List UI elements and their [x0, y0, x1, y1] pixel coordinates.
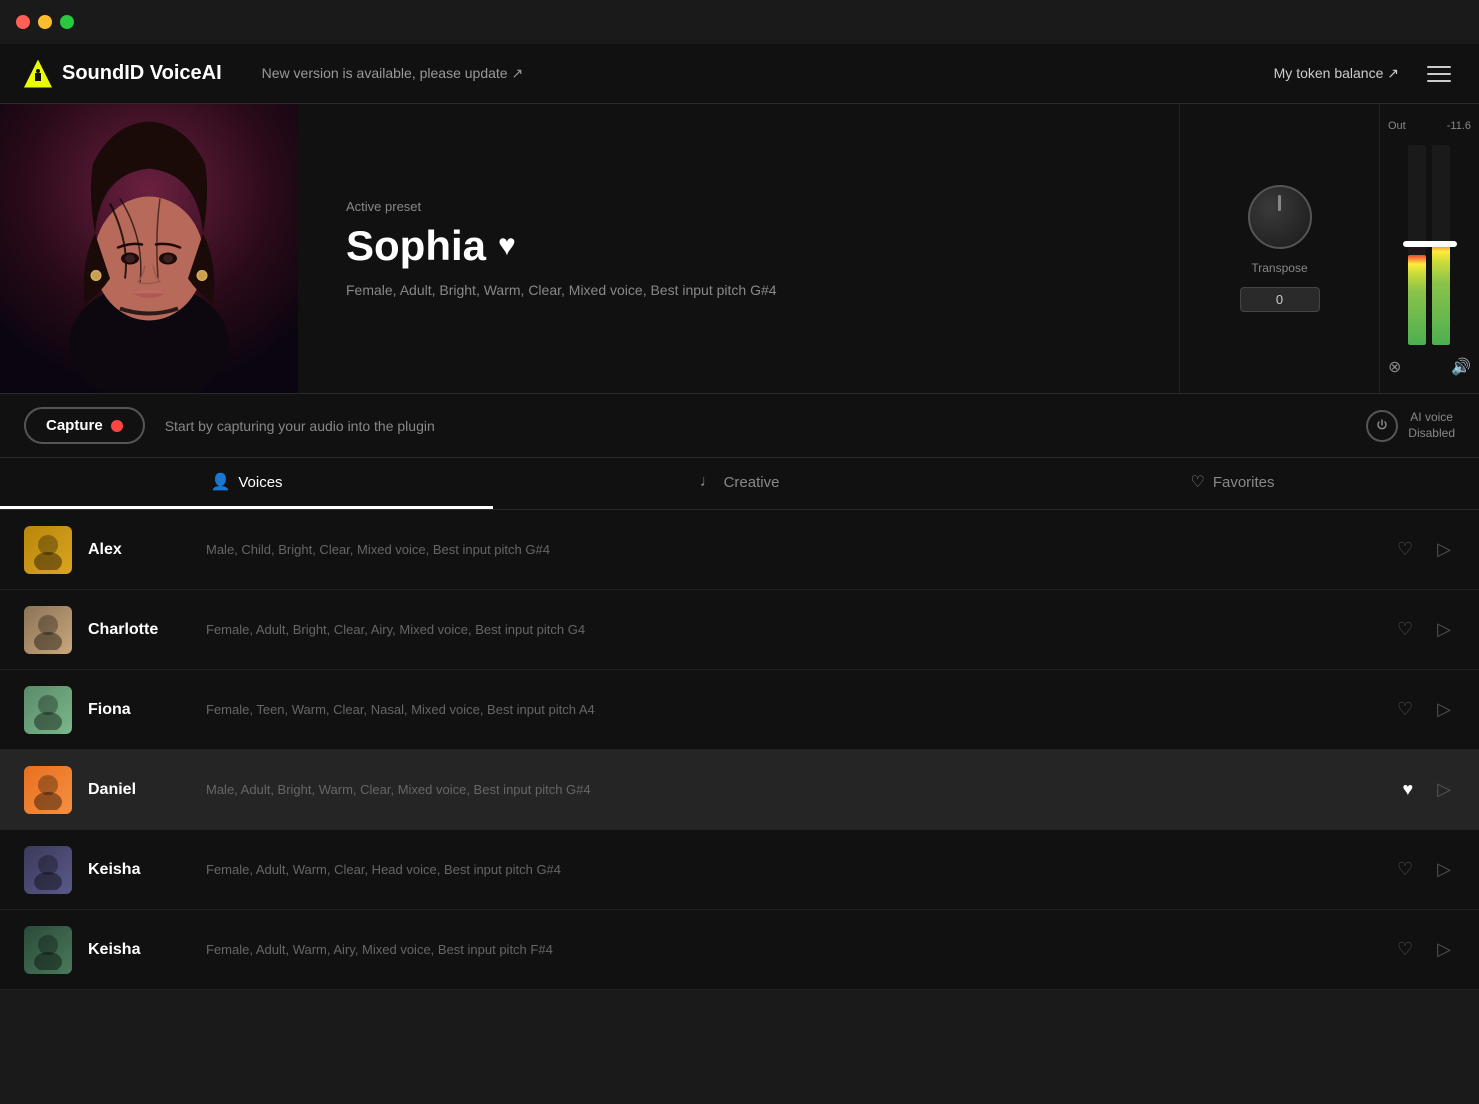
vu-volume-icon[interactable]: 🔊	[1451, 357, 1471, 377]
artist-photo	[0, 104, 298, 393]
transpose-input[interactable]	[1240, 287, 1320, 312]
voices-icon: 👤	[210, 472, 230, 492]
voice-item[interactable]: Alex Male, Child, Bright, Clear, Mixed vo…	[0, 510, 1479, 590]
voice-favorite-button[interactable]: ♡	[1393, 855, 1417, 884]
logo-text: SoundID VoiceAI	[62, 62, 222, 85]
voice-avatar	[24, 766, 72, 814]
close-button[interactable]	[16, 15, 30, 29]
voice-name: Fiona	[88, 701, 198, 719]
header: SoundID VoiceAI New version is available…	[0, 44, 1479, 104]
voice-name: Keisha	[88, 861, 198, 879]
update-notice[interactable]: New version is available, please update …	[262, 65, 1274, 82]
voice-actions: ♥▷	[1398, 775, 1455, 804]
vu-fill-left	[1408, 255, 1426, 345]
voice-actions: ♡▷	[1393, 615, 1455, 644]
voice-item[interactable]: Charlotte Female, Adult, Bright, Clear, A…	[0, 590, 1479, 670]
vu-out-label: Out	[1388, 120, 1406, 132]
voice-favorite-button[interactable]: ♡	[1393, 695, 1417, 724]
vu-out-value: -11.6	[1447, 120, 1471, 132]
voice-avatar	[24, 846, 72, 894]
voice-name: Keisha	[88, 941, 198, 959]
preset-area: Active preset Sophia ♥ Female, Adult, Br…	[298, 104, 1179, 393]
menu-icon[interactable]	[1423, 58, 1455, 90]
voice-avatar	[24, 686, 72, 734]
voice-tags: Female, Teen, Warm, Clear, Nasal, Mixed …	[206, 702, 1393, 717]
preset-favorite-icon[interactable]: ♥	[498, 229, 516, 263]
voice-play-button[interactable]: ▷	[1433, 535, 1455, 564]
logo-icon	[24, 60, 52, 88]
voice-play-button[interactable]: ▷	[1433, 935, 1455, 964]
voice-avatar	[24, 926, 72, 974]
voice-play-button[interactable]: ▷	[1433, 775, 1455, 804]
preset-tags: Female, Adult, Bright, Warm, Clear, Mixe…	[346, 282, 1131, 298]
voice-avatar	[24, 606, 72, 654]
vu-header: Out -11.6	[1388, 120, 1471, 132]
favorites-icon: ♡	[1190, 472, 1204, 492]
maximize-button[interactable]	[60, 15, 74, 29]
vu-meter-area: Out -11.6 ⊗ 🔊	[1379, 104, 1479, 393]
tabs: 👤 Voices ♩ Creative ♡ Favorites	[0, 458, 1479, 510]
preset-name: Sophia ♥	[346, 222, 1131, 270]
voice-play-button[interactable]: ▷	[1433, 615, 1455, 644]
vu-link-icon[interactable]: ⊗	[1388, 357, 1401, 377]
capture-dot-icon	[111, 420, 123, 432]
preset-label: Active preset	[346, 199, 1131, 214]
voice-actions: ♡▷	[1393, 535, 1455, 564]
voice-tags: Male, Adult, Bright, Warm, Clear, Mixed …	[206, 782, 1398, 797]
voice-item[interactable]: Fiona Female, Teen, Warm, Clear, Nasal, M…	[0, 670, 1479, 750]
voice-actions: ♡▷	[1393, 695, 1455, 724]
transpose-knob[interactable]	[1248, 185, 1312, 249]
token-balance[interactable]: My token balance ↗	[1274, 65, 1399, 82]
voice-tags: Female, Adult, Warm, Clear, Head voice, …	[206, 862, 1393, 877]
voice-actions: ♡▷	[1393, 855, 1455, 884]
voice-favorite-button[interactable]: ♡	[1393, 535, 1417, 564]
tab-favorites[interactable]: ♡ Favorites	[986, 458, 1479, 509]
minimize-button[interactable]	[38, 15, 52, 29]
creative-icon: ♩	[700, 473, 716, 491]
tab-creative[interactable]: ♩ Creative	[493, 458, 986, 509]
logo: SoundID VoiceAI	[24, 60, 222, 88]
ai-voice-power-button[interactable]	[1366, 410, 1398, 442]
window-controls[interactable]	[16, 15, 74, 29]
capture-label: Capture	[46, 417, 103, 434]
voice-tags: Female, Adult, Warm, Airy, Mixed voice, …	[206, 942, 1393, 957]
vu-controls: ⊗ 🔊	[1388, 357, 1471, 377]
voice-item[interactable]: Keisha Female, Adult, Warm, Airy, Mixed v…	[0, 910, 1479, 990]
voice-item[interactable]: Keisha Female, Adult, Warm, Clear, Head v…	[0, 830, 1479, 910]
vu-meter	[1400, 145, 1460, 345]
voice-favorite-button[interactable]: ♡	[1393, 935, 1417, 964]
voice-item[interactable]: Daniel Male, Adult, Bright, Warm, Clear, …	[0, 750, 1479, 830]
voice-name: Alex	[88, 541, 198, 559]
voice-avatar	[24, 526, 72, 574]
main-area: Active preset Sophia ♥ Female, Adult, Br…	[0, 104, 1479, 394]
capture-description: Start by capturing your audio into the p…	[165, 418, 1367, 434]
voice-name: Daniel	[88, 781, 198, 799]
voice-list: Alex Male, Child, Bright, Clear, Mixed vo…	[0, 510, 1479, 990]
transpose-label: Transpose	[1251, 261, 1307, 275]
voice-play-button[interactable]: ▷	[1433, 855, 1455, 884]
capture-button[interactable]: Capture	[24, 407, 145, 444]
voice-tags: Female, Adult, Bright, Clear, Airy, Mixe…	[206, 622, 1393, 637]
voice-favorite-button[interactable]: ♥	[1398, 775, 1417, 804]
voice-favorite-button[interactable]: ♡	[1393, 615, 1417, 644]
voice-name: Charlotte	[88, 621, 198, 639]
titlebar	[0, 0, 1479, 44]
ai-voice-label: AI voice Disabled	[1408, 410, 1455, 441]
capture-bar: Capture Start by capturing your audio in…	[0, 394, 1479, 458]
voice-actions: ♡▷	[1393, 935, 1455, 964]
vu-fill-right	[1432, 241, 1450, 345]
voice-play-button[interactable]: ▷	[1433, 695, 1455, 724]
tab-voices-label: Voices	[238, 474, 282, 491]
transpose-area: Transpose	[1179, 104, 1379, 393]
tab-creative-label: Creative	[724, 474, 780, 491]
tab-voices[interactable]: 👤 Voices	[0, 458, 493, 509]
ai-voice-area: AI voice Disabled	[1366, 410, 1455, 442]
voice-tags: Male, Child, Bright, Clear, Mixed voice,…	[206, 542, 1393, 557]
tab-favorites-label: Favorites	[1213, 474, 1275, 491]
vu-slider[interactable]	[1403, 241, 1457, 247]
